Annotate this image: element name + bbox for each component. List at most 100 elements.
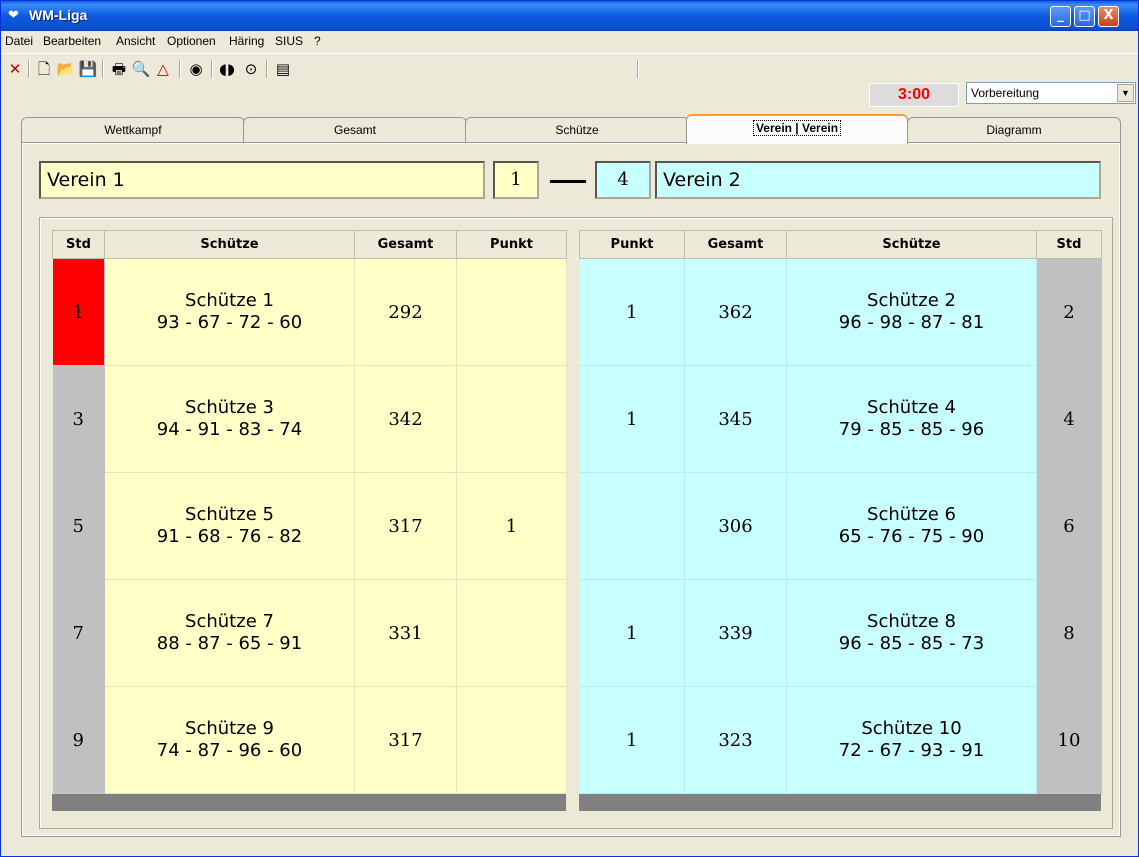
toolbar-separator: [266, 60, 268, 78]
title-bar[interactable]: ❤ WM-Liga _ □ X: [1, 1, 1138, 31]
split-icon[interactable]: ◖◗: [217, 59, 237, 79]
table-row: 1 323 Schütze 10 72 - 67 - 93 - 91 10: [579, 686, 1102, 794]
left-team-table: Std Schütze Gesamt Punkt 1 Schütze 1 93 -…: [52, 230, 567, 794]
toolbar-separator: [637, 60, 639, 78]
score-right: 4: [595, 161, 651, 199]
menu-haering[interactable]: Häring: [229, 34, 264, 48]
point-cell: 1: [579, 686, 685, 794]
app-logo-icon: ❤: [8, 8, 19, 23]
shooter-series: 88 - 87 - 65 - 91: [156, 633, 303, 654]
table-row: 1 339 Schütze 8 96 - 85 - 85 - 73 8: [579, 579, 1102, 687]
total-cell: 292: [354, 258, 457, 366]
tab-schuetze[interactable]: Schütze: [465, 117, 689, 143]
column-header-gesamt[interactable]: Gesamt: [354, 230, 457, 259]
std-cell: 3: [52, 365, 105, 473]
record-icon[interactable]: ⊙: [241, 59, 261, 79]
std-cell: 7: [52, 579, 105, 687]
shooter-name: Schütze 4: [867, 397, 956, 418]
std-cell: 1: [52, 258, 105, 366]
tab-bar: Wettkampf Gesamt Schütze Verein | Verein…: [21, 114, 1121, 144]
total-cell: 306: [684, 472, 787, 580]
target-icon[interactable]: ◉: [186, 59, 206, 79]
shooter-name: Schütze 5: [185, 504, 274, 525]
shooter-name: Schütze 3: [185, 397, 274, 418]
point-cell: [456, 365, 567, 473]
table-row: 5 Schütze 5 91 - 68 - 76 - 82 317 1: [52, 472, 567, 580]
column-header-std[interactable]: Std: [52, 230, 105, 259]
std-cell: 5: [52, 472, 105, 580]
std-cell: 10: [1036, 686, 1102, 794]
tab-diagramm[interactable]: Diagramm: [907, 117, 1121, 143]
team-left-name: Verein 1: [39, 161, 485, 199]
table-row: 1 362 Schütze 2 96 - 98 - 87 - 81 2: [579, 258, 1102, 366]
point-cell: 1: [579, 579, 685, 687]
column-header-std[interactable]: Std: [1036, 230, 1102, 259]
close-icon[interactable]: ✕: [5, 59, 25, 79]
device-icon[interactable]: ▤: [273, 59, 293, 79]
std-cell: 8: [1036, 579, 1102, 687]
column-header-punkt[interactable]: Punkt: [456, 230, 567, 259]
point-cell: [456, 258, 567, 366]
toolbar-separator: [28, 60, 30, 78]
save-icon[interactable]: 💾: [78, 59, 98, 79]
menu-datei[interactable]: Datei: [5, 34, 33, 48]
column-header-punkt[interactable]: Punkt: [579, 230, 685, 259]
open-icon[interactable]: 📂: [56, 59, 76, 79]
table-row: 3 Schütze 3 94 - 91 - 83 - 74 342: [52, 365, 567, 473]
minimize-button[interactable]: _: [1050, 6, 1071, 27]
shooter-series: 94 - 91 - 83 - 74: [156, 419, 303, 440]
shooter-series: 96 - 98 - 87 - 81: [838, 312, 985, 333]
timer-display: 3:00: [869, 83, 959, 107]
menu-optionen[interactable]: Optionen: [167, 34, 216, 48]
total-cell: 323: [684, 686, 787, 794]
shooter-cell: Schütze 9 74 - 87 - 96 - 60: [104, 686, 355, 794]
chevron-down-icon[interactable]: ▼: [1117, 84, 1134, 102]
table-row: 1 Schütze 1 93 - 67 - 72 - 60 292: [52, 258, 567, 366]
tab-gesamt[interactable]: Gesamt: [243, 117, 467, 143]
window-title: WM-Liga: [29, 7, 88, 23]
shooter-cell: Schütze 4 79 - 85 - 85 - 96: [786, 365, 1037, 473]
toolbar-separator: [102, 60, 104, 78]
table-row: 9 Schütze 9 74 - 87 - 96 - 60 317: [52, 686, 567, 794]
tab-wettkampf[interactable]: Wettkampf: [21, 117, 245, 143]
new-icon[interactable]: 🗋: [34, 59, 54, 79]
total-cell: 345: [684, 365, 787, 473]
score-dash: [550, 180, 586, 183]
column-header-schuetze[interactable]: Schütze: [786, 230, 1037, 259]
menu-help[interactable]: ?: [314, 34, 321, 48]
point-cell: [579, 472, 685, 580]
shooter-cell: Schütze 3 94 - 91 - 83 - 74: [104, 365, 355, 473]
table-row: 7 Schütze 7 88 - 87 - 65 - 91 331: [52, 579, 567, 687]
toolbar-separator: [211, 60, 213, 78]
shooter-series: 74 - 87 - 96 - 60: [156, 740, 303, 761]
shooter-series: 72 - 67 - 93 - 91: [838, 740, 985, 761]
shooter-series: 93 - 67 - 72 - 60: [156, 312, 303, 333]
right-team-table: Punkt Gesamt Schütze Std 1 362 Schütze 2…: [579, 230, 1102, 794]
tab-verein-verein[interactable]: Verein | Verein: [686, 114, 908, 144]
point-cell: 1: [579, 258, 685, 366]
toolbar: ✕ 🗋 📂 💾 🖶 🔍 △ ◉ ◖◗ ⊙ ▤: [1, 53, 1138, 83]
right-table-footer: [579, 794, 1101, 811]
column-header-gesamt[interactable]: Gesamt: [684, 230, 787, 259]
shooter-name: Schütze 7: [185, 611, 274, 632]
menu-sius[interactable]: SIUS: [275, 34, 303, 48]
total-cell: 317: [354, 472, 457, 580]
maximize-button[interactable]: □: [1074, 6, 1095, 27]
total-cell: 342: [354, 365, 457, 473]
shooter-name: Schütze 8: [867, 611, 956, 632]
table-row: 306 Schütze 6 65 - 76 - 75 - 90 6: [579, 472, 1102, 580]
menu-ansicht[interactable]: Ansicht: [116, 34, 155, 48]
table-row: 1 345 Schütze 4 79 - 85 - 85 - 96 4: [579, 365, 1102, 473]
score-left: 1: [493, 161, 539, 199]
point-cell: 1: [456, 472, 567, 580]
print-setup-icon[interactable]: △: [153, 59, 173, 79]
print-icon[interactable]: 🖶: [109, 59, 129, 79]
shooter-cell: Schütze 6 65 - 76 - 75 - 90: [786, 472, 1037, 580]
mode-select-value: Vorbereitung: [971, 86, 1040, 100]
column-header-schuetze[interactable]: Schütze: [104, 230, 355, 259]
mode-select[interactable]: Vorbereitung ▼: [966, 82, 1136, 104]
close-button[interactable]: X: [1098, 6, 1119, 27]
menu-bearbeiten[interactable]: Bearbeiten: [43, 34, 101, 48]
preview-icon[interactable]: 🔍: [131, 59, 151, 79]
total-cell: 362: [684, 258, 787, 366]
